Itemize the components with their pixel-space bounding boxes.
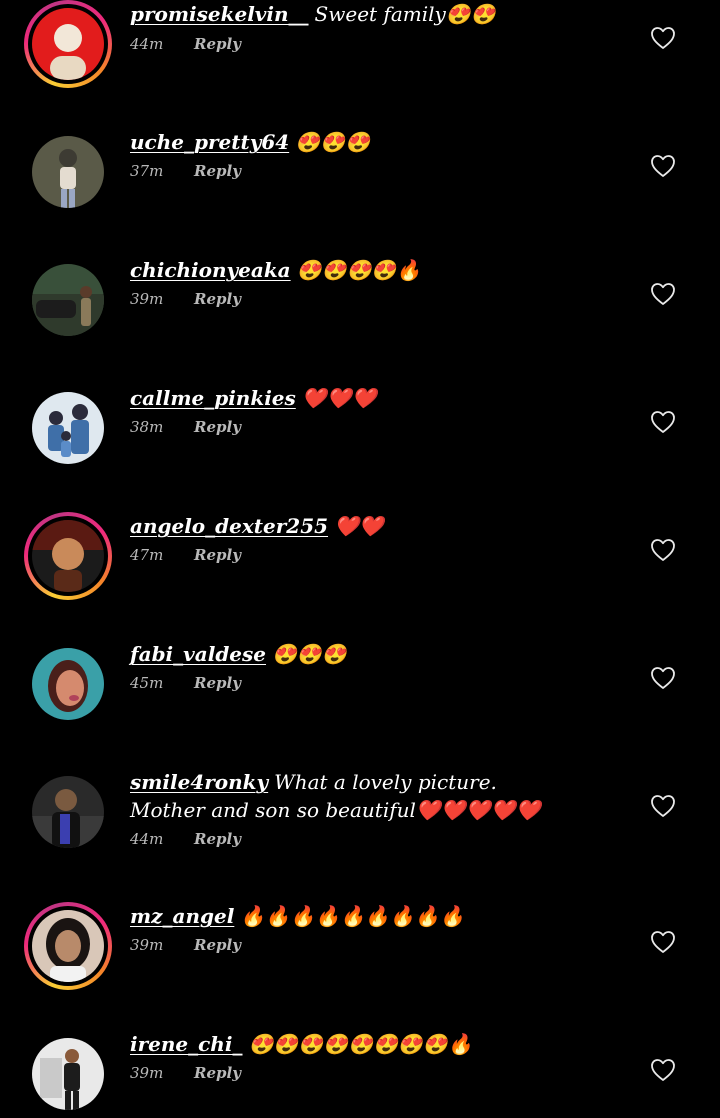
avatar-wrapper[interactable] [24,384,112,472]
comment-username[interactable]: chichionyeaka [130,258,291,282]
comment-timestamp: 45m [130,674,164,692]
reply-button[interactable]: Reply [194,418,241,436]
comment-timestamp: 47m [130,546,164,564]
comment-text: 😍😍😍😍🔥 [296,258,422,282]
avatar [32,910,104,982]
avatar-wrapper[interactable] [24,256,112,344]
reply-button[interactable]: Reply [194,936,241,954]
comment-timestamp: 39m [130,936,164,954]
comment-username[interactable]: angelo_dexter255 [130,514,328,538]
avatar [32,264,104,336]
heart-outline-icon[interactable] [650,794,678,820]
comment-username[interactable]: fabi_valdese [130,642,266,666]
comment-username[interactable]: uche_pretty64 [130,130,289,154]
heart-outline-icon[interactable] [650,282,678,308]
comment-username[interactable]: smile4ronky [130,770,268,794]
comment-text: 😍😍😍 [272,642,347,666]
reply-button[interactable]: Reply [194,546,241,564]
comment-username[interactable]: callme_pinkies [130,386,296,410]
comment-timestamp: 37m [130,162,164,180]
avatar [32,776,104,848]
avatar [32,1038,104,1110]
avatar [32,136,104,208]
reply-button[interactable]: Reply [194,830,241,848]
avatar-wrapper[interactable] [24,768,112,856]
reply-button[interactable]: Reply [194,162,241,180]
avatar-story-ring[interactable] [24,0,112,88]
comment-timestamp: 39m [130,290,164,308]
avatar [32,8,104,80]
reply-button[interactable]: Reply [194,290,241,308]
heart-outline-icon[interactable] [650,538,678,564]
avatar [32,648,104,720]
heart-outline-icon[interactable] [650,154,678,180]
comment-text: 🔥🔥🔥🔥🔥🔥🔥🔥🔥 [240,904,465,928]
heart-outline-icon[interactable] [650,410,678,436]
heart-outline-icon[interactable] [650,26,678,52]
avatar-story-ring[interactable] [24,902,112,990]
reply-button[interactable]: Reply [194,35,241,53]
comment-timestamp: 38m [130,418,164,436]
comment-text: Sweet family😍😍 [314,2,496,26]
comment-timestamp: 44m [130,35,164,53]
comment-text: 😍😍😍😍😍😍😍😍🔥 [248,1032,473,1056]
heart-outline-icon[interactable] [650,930,678,956]
comment-username[interactable]: promisekelvin__ [130,2,309,26]
heart-outline-icon[interactable] [650,1058,678,1084]
avatar-wrapper[interactable] [24,128,112,216]
comment-username[interactable]: mz_angel [130,904,234,928]
avatar-wrapper[interactable] [24,1030,112,1118]
comment-timestamp: 44m [130,830,164,848]
avatar-story-ring[interactable] [24,512,112,600]
comment-text: ❤️❤️ [334,514,384,538]
heart-outline-icon[interactable] [650,666,678,692]
avatar [32,520,104,592]
comment-text: ❤️❤️❤️ [301,386,377,410]
comment-username[interactable]: irene_chi_ [130,1032,242,1056]
reply-button[interactable]: Reply [194,674,241,692]
reply-button[interactable]: Reply [194,1064,241,1082]
comment-text: 😍😍😍 [295,130,370,154]
avatar-wrapper[interactable] [24,640,112,728]
avatar [32,392,104,464]
comment-timestamp: 39m [130,1064,164,1082]
